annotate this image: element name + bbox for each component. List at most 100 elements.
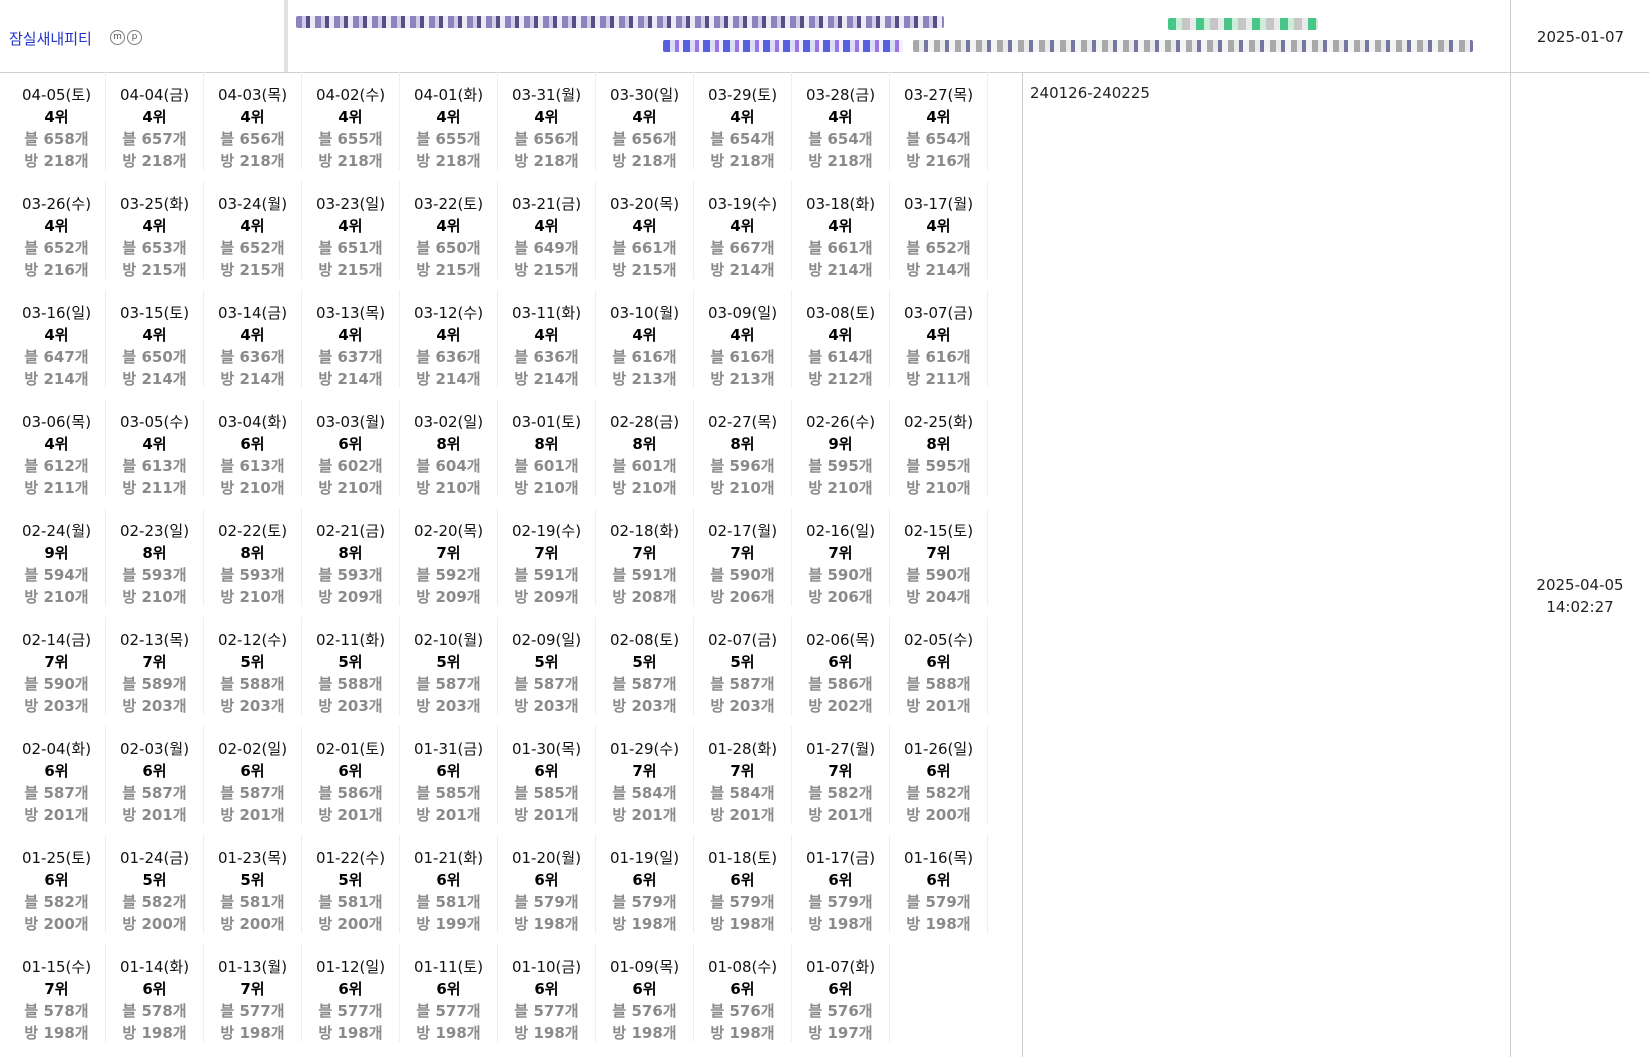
blog-count: 블 653개 [122,239,187,257]
day-cell: 01-25(토) 6위 블 582개 방 200개 [8,835,106,933]
day-rank: 4위 [926,217,951,235]
room-count: 방 214개 [710,261,775,279]
day-date: 01-30(목) [511,740,582,758]
day-rank: 4위 [338,326,363,344]
day-cell: 01-27(월) 7위 블 582개 방 201개 [792,726,890,824]
date-range-label: 240126-240225 [1030,84,1150,102]
day-rank: 6위 [926,871,951,889]
day-cell: 02-20(목) 7위 블 592개 방 209개 [400,508,498,606]
room-count: 방 210개 [906,479,971,497]
day-cell: 03-14(금) 4위 블 636개 방 214개 [204,290,302,388]
day-date: 02-26(수) [805,413,876,431]
day-cell: 01-23(목) 5위 블 581개 방 200개 [204,835,302,933]
blog-count: 블 587개 [24,784,89,802]
day-date: 03-31(월) [511,86,582,104]
day-cell: 01-15(수) 7위 블 578개 방 198개 [8,944,106,1042]
room-count: 방 198개 [612,915,677,933]
day-date: 01-22(수) [315,849,386,867]
room-count: 방 215개 [122,261,187,279]
day-date: 01-07(화) [805,958,876,976]
day-cell: 03-27(목) 4위 블 654개 방 216개 [890,72,988,170]
blog-count: 블 582개 [122,893,187,911]
day-date: 02-06(목) [805,631,876,649]
day-cell: 03-15(토) 4위 블 650개 방 214개 [106,290,204,388]
day-date: 02-19(수) [511,522,582,540]
day-cell: 01-30(목) 6위 블 585개 방 201개 [498,726,596,824]
room-count: 방 216개 [24,261,89,279]
blog-count: 블 636개 [220,348,285,366]
day-date: 03-08(토) [805,304,876,322]
p-badge-icon[interactable]: p [127,30,142,45]
day-rank: 4위 [44,435,69,453]
day-date: 02-10(월) [413,631,484,649]
blog-count: 블 652개 [906,239,971,257]
day-rank: 6위 [44,871,69,889]
day-cell: 01-09(목) 6위 블 576개 방 198개 [596,944,694,1042]
day-cell: 02-13(목) 7위 블 589개 방 203개 [106,617,204,715]
day-date: 03-26(수) [21,195,92,213]
blog-count: 블 579개 [808,893,873,911]
blog-count: 블 581개 [416,893,481,911]
day-rank: 4위 [828,217,853,235]
room-count: 방 202개 [808,697,873,715]
room-count: 방 198개 [514,1024,579,1042]
day-cell: 03-20(목) 4위 블 661개 방 215개 [596,181,694,279]
room-count: 방 210개 [416,479,481,497]
day-rank: 5위 [534,653,559,671]
blog-count: 블 582개 [906,784,971,802]
day-rank: 4위 [534,108,559,126]
place-name-link[interactable]: 잠실새내피티 [9,28,92,49]
blog-count: 블 616개 [612,348,677,366]
day-cell: 03-30(일) 4위 블 656개 방 218개 [596,72,694,170]
day-cell: 03-10(월) 4위 블 616개 방 213개 [596,290,694,388]
blog-count: 블 581개 [318,893,383,911]
day-cell: 03-31(월) 4위 블 656개 방 218개 [498,72,596,170]
day-rank: 5위 [240,871,265,889]
room-count: 방 206개 [808,588,873,606]
blog-count: 블 604개 [416,457,481,475]
blog-count: 블 591개 [514,566,579,584]
room-count: 방 203개 [514,697,579,715]
blog-count: 블 647개 [24,348,89,366]
day-rank: 4위 [240,326,265,344]
day-rank: 7위 [730,544,755,562]
day-cell: 01-07(화) 6위 블 576개 방 197개 [792,944,890,1042]
day-date: 03-16(일) [21,304,92,322]
day-cell: 03-01(토) 8위 블 601개 방 210개 [498,399,596,497]
blog-count: 블 579개 [906,893,971,911]
day-date: 02-02(일) [217,740,288,758]
m-badge-icon[interactable]: m [110,30,125,45]
day-date: 02-07(금) [707,631,778,649]
room-count: 방 215개 [318,261,383,279]
blog-count: 블 652개 [24,239,89,257]
blog-count: 블 590개 [808,566,873,584]
day-cell: 02-15(토) 7위 블 590개 방 204개 [890,508,988,606]
blog-count: 블 612개 [24,457,89,475]
day-rank: 4위 [828,108,853,126]
blog-count: 블 655개 [416,130,481,148]
day-date: 03-30(일) [609,86,680,104]
day-date: 03-02(일) [413,413,484,431]
day-rank: 6위 [926,762,951,780]
blog-count: 블 650개 [122,348,187,366]
day-cell: 02-25(화) 8위 블 595개 방 210개 [890,399,988,497]
day-rank: 6위 [534,980,559,998]
day-rank: 4위 [142,108,167,126]
day-date: 01-21(화) [413,849,484,867]
blog-count: 블 587개 [710,675,775,693]
day-cell: 03-19(수) 4위 블 667개 방 214개 [694,181,792,279]
day-date: 03-14(금) [217,304,288,322]
day-rank: 7위 [632,762,657,780]
blog-count: 블 588개 [318,675,383,693]
day-cell: 02-09(일) 5위 블 587개 방 203개 [498,617,596,715]
room-count: 방 201개 [24,806,89,824]
day-rank: 6위 [436,762,461,780]
room-count: 방 203개 [612,697,677,715]
room-count: 방 203개 [318,697,383,715]
day-cell: 03-21(금) 4위 블 649개 방 215개 [498,181,596,279]
day-date: 03-13(목) [315,304,386,322]
room-count: 방 200개 [220,915,285,933]
day-cell: 03-09(일) 4위 블 616개 방 213개 [694,290,792,388]
room-count: 방 203개 [416,697,481,715]
day-date: 03-23(일) [315,195,386,213]
